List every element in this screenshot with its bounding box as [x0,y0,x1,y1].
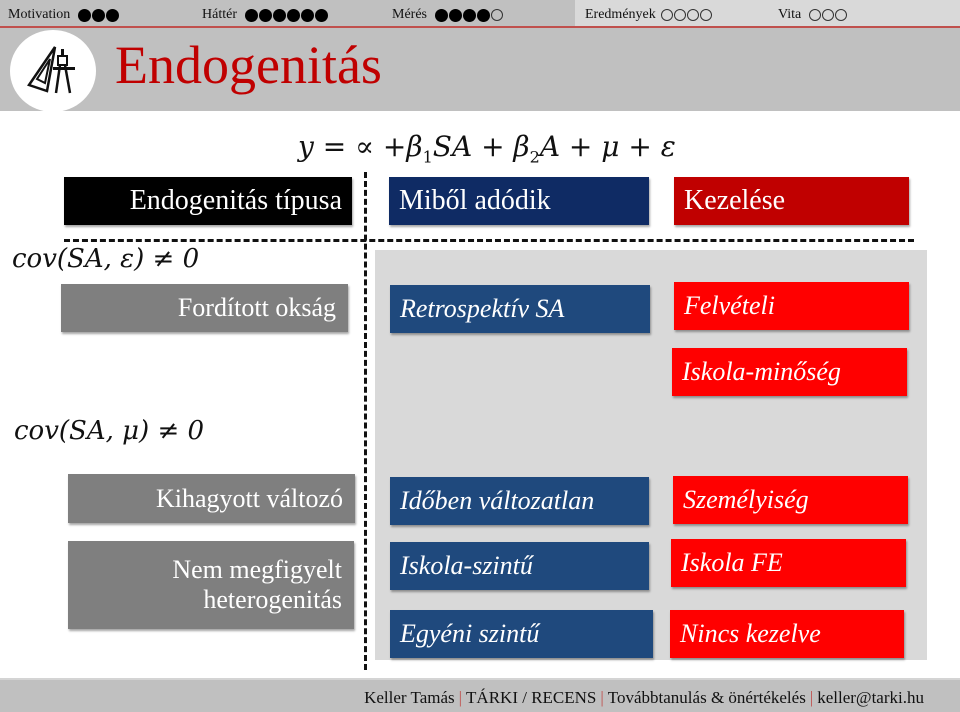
condition-label: cov(SA, ε) ≠ 0 [12,244,200,274]
progress-dot-filled-icon [449,8,462,22]
source-box: Iskola-szintű [390,542,649,590]
progress-dots [809,9,848,21]
treatment-box: Felvételi [674,282,909,330]
progress-dot-empty-icon [699,9,712,21]
progress-dot-filled-icon [272,8,286,22]
progress-dots [435,8,503,22]
progress-dot-filled-icon [78,8,92,22]
treatment-box: Személyiség [673,476,908,524]
source-box: Időben változatlan [390,477,649,525]
progress-dot-empty-icon [660,9,673,21]
treatment-column-header: Kezelése [674,177,909,225]
footer-org: TÁRKI / RECENS [466,688,597,707]
footer-bar: Keller Tamás | TÁRKI / RECENS | Továbbtanulá… [0,678,960,712]
progress-dot-filled-icon [477,8,490,22]
nav-item-vita[interactable]: Vita [778,5,848,25]
nav-item-eredmenyek[interactable]: Eredmények [585,5,712,25]
footer-separator: | [458,688,463,707]
nav-item-motivation[interactable]: Motivation [8,5,120,25]
nav-item-label: Vita [778,7,802,22]
footer-author: Keller Tamás [364,688,455,707]
header-label: Miből adódik [399,185,551,216]
logo [10,30,96,112]
progress-dot-filled-icon [244,8,258,22]
condition-label: cov(SA, μ) ≠ 0 [14,416,205,446]
type-label-line: Nem megfigyelt [172,555,342,585]
nav-item-meres[interactable]: Mérés [392,5,503,25]
header-label: Kezelése [684,185,786,216]
type-box: Kihagyott változó [68,474,355,523]
source-label: Iskola-szintű [400,551,533,580]
type-label: Kihagyott változó [155,483,343,513]
progress-dot-filled-icon [92,8,106,22]
treatment-label: Iskola-minőség [682,357,841,386]
type-column-header: Endogenitás típusa [64,177,352,225]
progress-dots [78,8,120,22]
source-label: Egyéni szintű [400,619,540,648]
nav-item-hatter[interactable]: Háttér [202,5,328,25]
source-label: Retrospektív SA [400,294,565,323]
formula-part: y = ∝ +β [298,130,423,163]
progress-dots [244,8,328,22]
source-label: Időben változatlan [400,486,595,515]
type-label-line: heterogenitás [203,585,342,614]
progress-dot-filled-icon [258,8,272,22]
progress-dot-empty-icon [822,9,835,21]
nav-item-label: Motivation [8,7,71,22]
progress-dot-empty-icon [673,9,686,21]
nav-item-label: Háttér [202,7,237,22]
treatment-label: Iskola FE [681,548,783,577]
section-nav-bar: Motivation Háttér Mérés Eredmények Vita [0,0,960,28]
type-label: Fordított okság [177,293,336,323]
progress-dot-filled-icon [300,8,314,22]
header-label: Endogenitás típusa [129,185,342,216]
horizontal-divider [64,239,914,242]
progress-dot-empty-icon [491,9,503,21]
vertical-divider [364,172,367,670]
footer-separator: | [600,688,604,707]
progress-dot-filled-icon [314,8,328,22]
type-box: Nem megfigyelt heterogenitás [68,541,354,629]
source-box: Retrospektív SA [390,285,650,333]
regression-formula: y = ∝ +β1SA + β2A + μ + ε [298,130,676,167]
formula-part: A + μ + ε [539,130,676,163]
progress-dot-filled-icon [286,8,300,22]
formula-part: SA + β [432,130,530,163]
nav-item-label: Eredmények [585,7,656,22]
source-column-header: Miből adódik [389,177,649,225]
footer-separator: | [809,688,814,707]
treatment-label: Nincs kezelve [680,619,821,648]
treatment-box: Nincs kezelve [670,610,904,658]
treatment-box: Iskola-minőség [672,348,907,396]
type-box: Fordított okság [61,284,348,332]
page-title: Endogenitás [115,35,382,95]
formula-subscript: 1 [422,147,433,167]
footer-email[interactable]: keller@tarki.hu [817,688,924,707]
treatment-label: Személyiség [683,485,809,514]
drafting-tools-icon [27,46,75,94]
formula-subscript: 2 [529,147,540,167]
progress-dots [660,9,712,21]
source-box: Egyéni szintű [390,610,653,658]
progress-dot-empty-icon [809,9,822,21]
progress-dot-filled-icon [435,8,448,22]
progress-dot-empty-icon [835,9,848,21]
progress-dot-filled-icon [106,8,120,22]
treatment-box: Iskola FE [671,539,906,587]
progress-dot-empty-icon [686,9,699,21]
progress-dot-filled-icon [463,8,476,22]
footer-topic: Továbbtanulás & önértékelés [607,688,806,707]
footer-credits: Keller Tamás | TÁRKI / RECENS | Továbbtanulá… [364,688,924,708]
treatment-label: Felvételi [684,291,775,320]
nav-item-label: Mérés [392,7,427,22]
